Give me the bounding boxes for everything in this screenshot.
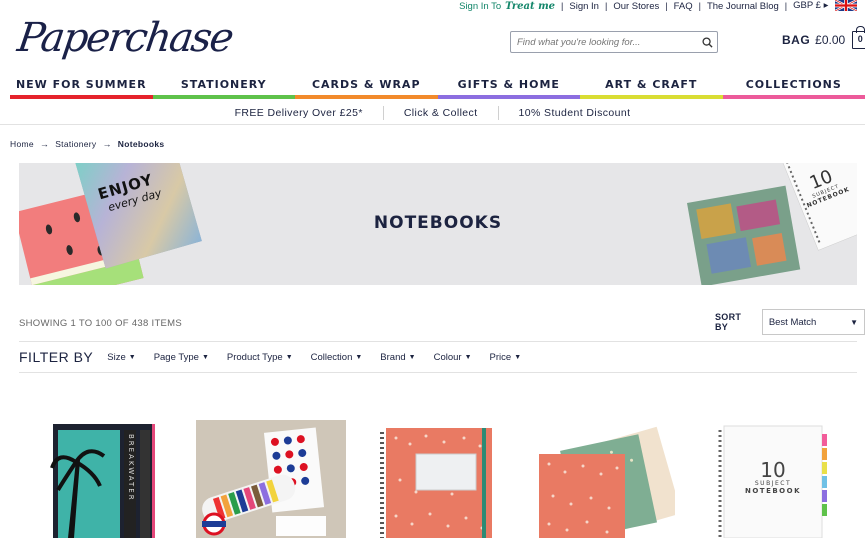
- bag-count: 0: [857, 34, 863, 44]
- caret-down-icon: ▼: [355, 353, 363, 361]
- bag-label: BAG: [782, 33, 811, 47]
- page-title: NOTEBOOKS: [373, 213, 503, 233]
- product-image: [50, 424, 155, 538]
- paperchase-logo[interactable]: Paperchase: [15, 12, 235, 64]
- caret-down-icon: ▼: [464, 353, 472, 361]
- caret-down-icon: ▼: [408, 353, 416, 361]
- click-collect-link[interactable]: Click & Collect: [384, 105, 499, 120]
- filter-colour-label: Colour: [433, 351, 462, 363]
- filter-price-label: Price: [489, 351, 512, 363]
- caret-down-icon: ▼: [128, 353, 136, 361]
- nav-cards-wrap[interactable]: CARDS & WRAP: [295, 75, 438, 99]
- filter-brand-label: Brand: [380, 351, 406, 363]
- faq-link[interactable]: FAQ: [668, 1, 699, 12]
- product-image: [380, 428, 492, 538]
- product-tile-underground-set[interactable]: [196, 420, 346, 538]
- student-discount-link[interactable]: 10% Student Discount: [499, 106, 651, 120]
- caret-down-icon: ▼: [201, 353, 209, 361]
- breadcrumb-stationery[interactable]: Stationery: [55, 139, 96, 149]
- breadcrumb: Home → Stationery → Notebooks: [10, 139, 164, 149]
- journal-blog-link[interactable]: The Journal Blog: [701, 1, 785, 12]
- shopping-bag[interactable]: BAG £0.00 0: [782, 26, 865, 49]
- breadcrumb-notebooks: Notebooks: [117, 139, 165, 149]
- nav-gifts-home[interactable]: GIFTS & HOME: [437, 75, 580, 99]
- search-input[interactable]: [511, 32, 697, 52]
- filter-product-type-label: Product Type: [226, 351, 283, 363]
- filter-collection[interactable]: Collection ▼: [311, 352, 363, 363]
- currency-selector[interactable]: GBP £ ▸: [787, 0, 857, 12]
- filter-page-type-label: Page Type: [153, 351, 199, 363]
- product-image: [196, 420, 346, 538]
- sort-selected-value: Best Match: [768, 316, 817, 328]
- main-nav: NEW FOR SUMMER STATIONERY CARDS & WRAP G…: [10, 75, 865, 99]
- treat-me-logo: Treat me: [505, 0, 556, 12]
- hero-banner: 10 SUBJECT NOTEBOOK ENJOY every day NOTE…: [19, 163, 857, 285]
- filter-product-type[interactable]: Product Type ▼: [227, 352, 293, 363]
- search-icon[interactable]: [697, 32, 717, 52]
- filter-colour[interactable]: Colour ▼: [434, 352, 472, 363]
- product-tile-palm-notebook[interactable]: BREAKWATER: [48, 420, 158, 538]
- sort-label: SORT BY: [715, 312, 742, 332]
- product-tile-patterned-notebooks[interactable]: [535, 420, 675, 538]
- nav-collections[interactable]: COLLECTIONS: [722, 75, 865, 99]
- utility-nav: Sign In To Treat me | Sign In | Our Store…: [453, 0, 857, 12]
- filter-size-label: Size: [107, 351, 126, 363]
- free-delivery-link[interactable]: FREE Delivery Over £25*: [215, 105, 384, 120]
- product-notebook-label-2: NOTEBOOK: [744, 487, 802, 495]
- caret-down-icon: ▼: [285, 353, 293, 361]
- filter-collection-label: Collection: [310, 351, 353, 363]
- sign-in-link[interactable]: Sign In: [563, 1, 605, 12]
- bag-total: £0.00: [815, 33, 846, 47]
- product-image: [539, 426, 675, 538]
- delivery-bar: FREE Delivery Over £25* Click & Collect …: [0, 101, 865, 125]
- product-grid: BREAKWATER 10 SUBJECT NOTEBOOK: [0, 420, 865, 538]
- arrow-right-icon: →: [102, 139, 112, 149]
- product-tile-subject-notebook[interactable]: 10 SUBJECT NOTEBOOK: [712, 420, 832, 538]
- nav-art-craft[interactable]: ART & CRAFT: [580, 75, 723, 99]
- caret-down-icon: ▼: [850, 317, 858, 327]
- treat-me-signin-link[interactable]: Sign In To Treat me: [453, 1, 561, 12]
- filter-brand[interactable]: Brand ▼: [380, 352, 415, 363]
- search-box: [510, 31, 718, 53]
- arrow-right-icon: →: [39, 139, 50, 149]
- filter-size[interactable]: Size ▼: [107, 352, 135, 363]
- product-notebook-label-1: SUBJECT: [754, 480, 792, 487]
- sort-control: SORT BY Best Match ▼: [715, 309, 865, 335]
- uk-flag-icon: [835, 0, 857, 12]
- filter-bar: FILTER BY Size ▼ Page Type ▼ Product Type ▼…: [19, 341, 857, 373]
- bag-icon: 0: [852, 26, 865, 49]
- filter-page-type[interactable]: Page Type ▼: [154, 352, 209, 363]
- filter-price[interactable]: Price ▼: [490, 352, 522, 363]
- subject-notebook-product-text: 10 SUBJECT NOTEBOOK: [724, 460, 822, 495]
- breadcrumb-home[interactable]: Home: [10, 139, 34, 149]
- sign-in-to-label: Sign In To: [459, 0, 502, 12]
- currency-label: GBP £ ▸: [793, 0, 829, 12]
- caret-down-icon: ▼: [514, 353, 522, 361]
- nav-new-for-summer[interactable]: NEW FOR SUMMER: [10, 75, 153, 99]
- sort-select[interactable]: Best Match ▼: [761, 309, 865, 335]
- product-tile-coral-notebook[interactable]: [376, 420, 496, 538]
- product-notebook-number: 10: [760, 458, 786, 482]
- breakwater-label: BREAKWATER: [127, 434, 135, 502]
- our-stores-link[interactable]: Our Stores: [607, 1, 665, 12]
- nav-stationery[interactable]: STATIONERY: [152, 75, 295, 99]
- logo-text: Paperchase: [14, 15, 235, 61]
- results-count: SHOWING 1 TO 100 OF 438 ITEMS: [19, 318, 183, 329]
- filter-label: FILTER BY: [19, 349, 94, 365]
